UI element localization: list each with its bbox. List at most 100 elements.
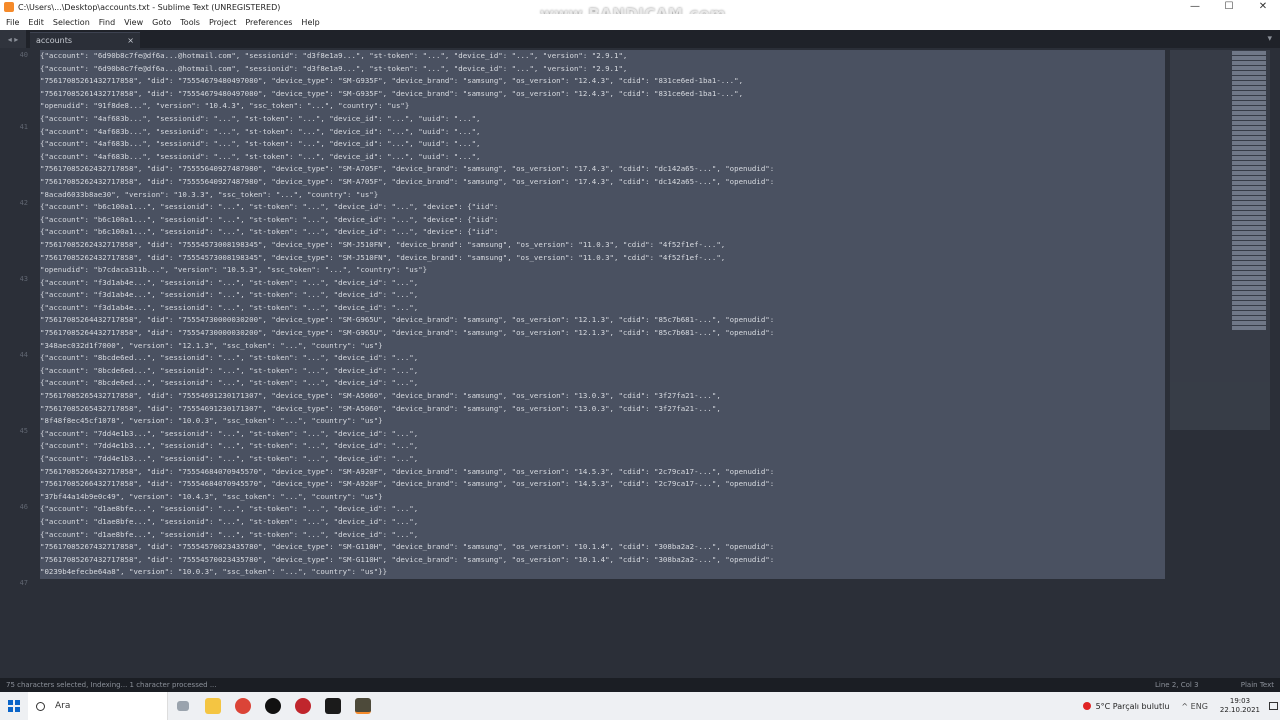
pinned-apps (168, 692, 378, 720)
code-line: {"account": "b6c100a1...", "sessionid": … (40, 201, 1165, 214)
code-line: "37bf44a14b9e0c49", "version": "10.4.3",… (40, 490, 1165, 504)
sublime-app-icon (4, 2, 14, 12)
taskbar-file-explorer[interactable] (198, 692, 228, 720)
menu-edit[interactable]: Edit (28, 18, 44, 27)
line-number: 42 (19, 199, 28, 207)
code-line: "75617085261432717858", "did": "75554679… (40, 75, 1165, 88)
tab-label: accounts (36, 36, 73, 45)
tab-nav-arrows[interactable]: ◂ ▸ (0, 30, 26, 48)
code-line: {"account": "4af683b...", "sessionid": "… (40, 138, 1165, 151)
clock-date: 22.10.2021 (1219, 706, 1260, 714)
line-number: 40 (19, 51, 28, 59)
tray-icons[interactable]: ^ ENG (1181, 702, 1207, 711)
taskbar-chrome[interactable] (228, 692, 258, 720)
menu-goto[interactable]: Goto (152, 18, 171, 27)
status-line-col[interactable]: Line 2, Col 3 (1155, 681, 1199, 689)
editor-area[interactable]: 40 41 42 43 44 45 46 47 {"account": "6d9… (0, 48, 1280, 678)
code-line: {"account": "8bcde6ed...", "sessionid": … (40, 377, 1165, 391)
search-icon (36, 701, 45, 711)
line-number: 46 (19, 503, 28, 511)
code-line: {"account": "6d90b8c7fe@df6a...@hotmail.… (40, 62, 1165, 76)
code-line: {"account": "7dd4e1b3...", "sessionid": … (40, 427, 1165, 441)
weather-widget[interactable]: 5°C Parçalı bulutlu (1082, 702, 1169, 711)
line-gutter: 40 41 42 43 44 45 46 47 (0, 48, 36, 678)
code-line: "348aec032d1f7000", "version": "12.1.3",… (40, 339, 1165, 353)
code-line: {"account": "4af683b...", "sessionid": "… (40, 125, 1165, 139)
tab-dropdown-icon[interactable]: ▾ (1267, 30, 1280, 48)
chrome-icon (235, 698, 251, 714)
task-view-icon (177, 701, 189, 711)
code-line: "openudid": "91f8de8...", "version": "10… (40, 100, 1165, 113)
line-number: 44 (19, 351, 28, 359)
code-line: "75617085265432717858", "did": "75554691… (40, 390, 1165, 403)
taskbar-sublime[interactable] (348, 692, 378, 720)
record-icon (295, 698, 311, 714)
menu-find[interactable]: Find (99, 18, 115, 27)
folder-icon (205, 698, 221, 714)
status-syntax[interactable]: Plain Text (1241, 681, 1274, 689)
menu-project[interactable]: Project (209, 18, 236, 27)
tab-accounts[interactable]: accounts × (30, 32, 140, 48)
menu-help[interactable]: Help (301, 18, 319, 27)
code-line: {"account": "b6c100a1...", "sessionid": … (40, 213, 1165, 227)
close-button[interactable]: ✕ (1246, 0, 1280, 14)
notification-icon[interactable] (1266, 692, 1280, 720)
task-view-button[interactable] (168, 692, 198, 720)
clock-time: 19:03 (1229, 697, 1251, 705)
taskbar-app-black[interactable] (258, 692, 288, 720)
code-line: "75617085264432717858", "did": "75554730… (40, 327, 1165, 340)
code-line: {"account": "f3d1ab4e...", "sessionid": … (40, 276, 1165, 290)
line-number: 41 (19, 123, 28, 131)
code-line: "75617085262432717858", "did": "75554573… (40, 238, 1165, 252)
menu-bar: File Edit Selection Find View Goto Tools… (0, 14, 1280, 30)
code-line: {"account": "f3d1ab4e...", "sessionid": … (40, 301, 1165, 315)
menu-file[interactable]: File (6, 18, 19, 27)
code-line: "75617085262432717858", "did": "75555640… (40, 163, 1165, 176)
code-line: {"account": "6d90b8c7fe@df6a...@hotmail.… (40, 50, 1165, 63)
code-line: {"account": "4af683b...", "sessionid": "… (40, 112, 1165, 126)
menu-view[interactable]: View (124, 18, 143, 27)
app-icon (265, 698, 281, 714)
tab-close-icon[interactable]: × (127, 36, 134, 45)
minimap[interactable] (1170, 50, 1270, 430)
code-line: "8f48f8ec45cf1078", "version": "10.0.3",… (40, 415, 1165, 428)
code-text[interactable]: {"account": "6d90b8c7fe@df6a...@hotmail.… (40, 50, 1165, 670)
windows-start-button[interactable] (0, 692, 28, 720)
code-line: "75617085262432717858", "did": "75555640… (40, 175, 1165, 189)
taskbar-terminal[interactable] (318, 692, 348, 720)
menu-selection[interactable]: Selection (53, 18, 90, 27)
code-line: "75617085264432717858", "did": "75554730… (40, 314, 1165, 328)
code-line: {"account": "d1ae8bfe...", "sessionid": … (40, 515, 1165, 529)
taskbar-bandicam[interactable] (288, 692, 318, 720)
code-line: {"account": "8bcde6ed...", "sessionid": … (40, 364, 1165, 378)
search-placeholder: Ara (55, 701, 71, 711)
code-line: "75617085266432717858", "did": "75554684… (40, 478, 1165, 491)
menu-tools[interactable]: Tools (180, 18, 200, 27)
code-line: {"account": "d1ae8bfe...", "sessionid": … (40, 503, 1165, 516)
code-line: {"account": "b6c100a1...", "sessionid": … (40, 226, 1165, 239)
line-number: 47 (19, 579, 28, 587)
code-line: "75617085266432717858", "did": "75554684… (40, 465, 1165, 479)
code-line: {"account": "7dd4e1b3...", "sessionid": … (40, 453, 1165, 466)
clock[interactable]: 19:03 22.10.2021 (1220, 697, 1260, 715)
status-message: 75 characters selected, Indexing... 1 ch… (6, 681, 217, 689)
maximize-button[interactable]: ☐ (1212, 0, 1246, 14)
menu-preferences[interactable]: Preferences (245, 18, 292, 27)
status-bar: 75 characters selected, Indexing... 1 ch… (0, 678, 1280, 692)
code-line: "75617085267432717858", "did": "75554570… (40, 541, 1165, 554)
code-line: "75617085267432717858", "did": "75554570… (40, 553, 1165, 567)
minimize-button[interactable]: — (1178, 0, 1212, 14)
sublime-icon (355, 698, 371, 714)
code-line: "8acad6033b8ae30", "version": "10.3.3", … (40, 188, 1165, 202)
system-tray: 5°C Parçalı bulutlu ^ ENG 19:03 22.10.20… (1082, 692, 1280, 720)
code-line: {"account": "d1ae8bfe...", "sessionid": … (40, 528, 1165, 542)
code-line: "75617085265432717858", "did": "75554691… (40, 402, 1165, 416)
code-line: "0239b4efecbe64a8", "version": "10.0.3",… (40, 566, 1165, 579)
line-number: 45 (19, 427, 28, 435)
code-line: {"account": "8bcde6ed...", "sessionid": … (40, 352, 1165, 365)
code-line: "75617085261432717858", "did": "75554679… (40, 87, 1165, 101)
taskbar-search[interactable]: Ara (28, 692, 168, 720)
tab-bar: ◂ ▸ accounts × ▾ (0, 30, 1280, 48)
windows-logo-icon (8, 700, 20, 712)
line-number: 43 (19, 275, 28, 283)
